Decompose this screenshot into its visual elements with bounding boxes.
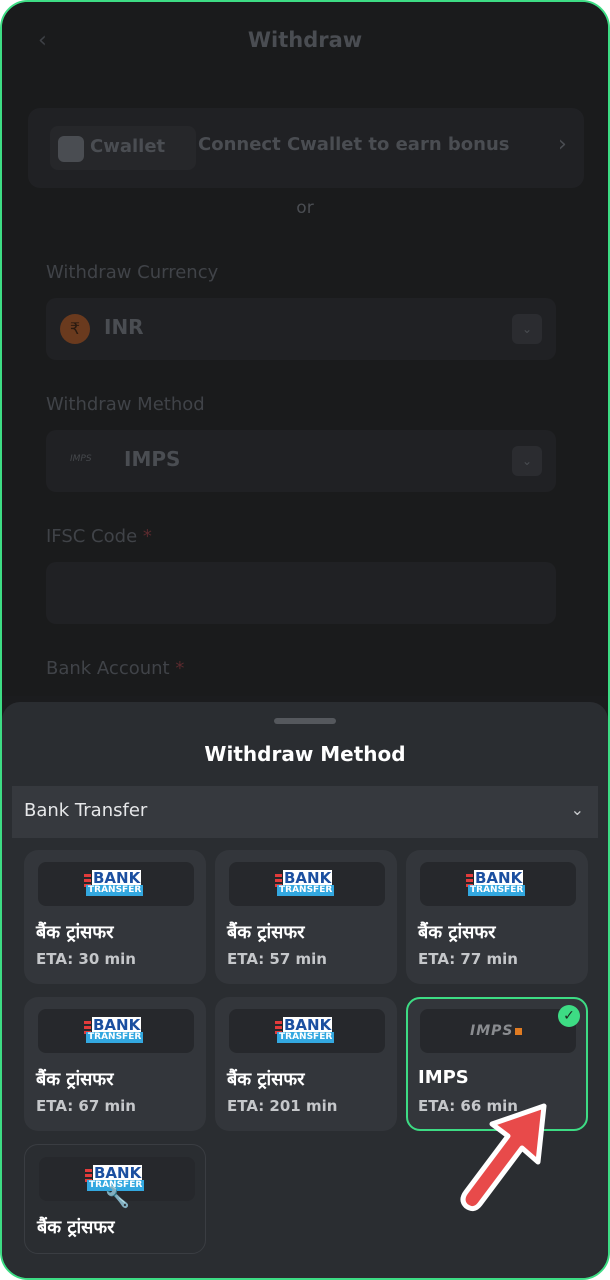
drag-handle[interactable]	[274, 718, 336, 724]
method-name: बैंक ट्रांसफर	[227, 1069, 305, 1090]
bank-transfer-logo: BANK TRANSFER	[38, 1009, 194, 1053]
method-name: बैंक ट्रांसफर	[227, 922, 305, 943]
method-tile[interactable]: BANK TRANSFER बैंक ट्रांसफर ETA: 77 min	[406, 850, 588, 984]
ifsc-code-input[interactable]	[46, 562, 556, 624]
chevron-down-icon: ⌄	[512, 446, 542, 476]
method-eta: ETA: 77 min	[418, 950, 518, 968]
method-name: बैंक ट्रांसफर	[37, 1217, 115, 1238]
method-tile[interactable]: BANK TRANSFER बैंक ट्रांसफर ETA: 67 min	[24, 997, 206, 1131]
bank-transfer-logo: BANK TRANSFER	[229, 1009, 385, 1053]
withdraw-page-backdrop[interactable]: ‹ Withdraw Cwallet Connect Cwallet to ea…	[2, 2, 608, 696]
category-dropdown[interactable]: Bank Transfer ⌄	[12, 786, 598, 838]
app-frame: ‹ Withdraw Cwallet Connect Cwallet to ea…	[0, 0, 610, 1280]
cwallet-icon	[58, 136, 84, 162]
ifsc-code-label: IFSC Code *	[46, 526, 152, 547]
method-tile[interactable]: BANK TRANSFER बैंक ट्रांसफर ETA: 201 min	[215, 997, 397, 1131]
bank-transfer-logo: BANK TRANSFER	[38, 862, 194, 906]
rupee-icon: ₹	[60, 314, 90, 344]
method-tile[interactable]: BANK TRANSFER बैंक ट्रांसफर ETA: 57 min	[215, 850, 397, 984]
method-name: बैंक ट्रांसफर	[36, 922, 114, 943]
method-tile[interactable]: BANK TRANSFER बैंक ट्रांसफर ETA: 30 min	[24, 850, 206, 984]
withdraw-method-label: Withdraw Method	[46, 394, 205, 415]
check-icon: ✓	[558, 1005, 580, 1027]
pointer-arrow-icon	[460, 1103, 547, 1212]
chevron-right-icon: ›	[558, 132, 567, 157]
withdraw-currency-label: Withdraw Currency	[46, 262, 219, 283]
method-name: IMPS	[418, 1067, 469, 1088]
cwallet-logo: Cwallet	[50, 126, 196, 170]
category-label: Bank Transfer	[24, 800, 148, 821]
imps-logo: IMPS	[420, 1009, 576, 1053]
method-name: बैंक ट्रांसफर	[418, 922, 496, 943]
wrench-icon: 🔧	[105, 1185, 130, 1209]
bank-transfer-logo: BANK TRANSFER	[420, 862, 576, 906]
header: ‹ Withdraw	[2, 2, 608, 82]
cwallet-connect-banner[interactable]: Cwallet Connect Cwallet to earn bonus ›	[28, 108, 584, 188]
chevron-down-icon: ⌄	[512, 314, 542, 344]
method-eta: ETA: 30 min	[36, 950, 136, 968]
method-eta: ETA: 201 min	[227, 1097, 338, 1115]
method-tile-maintenance[interactable]: BANK TRANSFER 🔧 बैंक ट्रांसफर	[24, 1144, 206, 1254]
method-name: बैंक ट्रांसफर	[36, 1069, 114, 1090]
cwallet-connect-text: Connect Cwallet to earn bonus	[198, 134, 510, 155]
currency-value: INR	[104, 315, 144, 339]
method-eta: ETA: 67 min	[36, 1097, 136, 1115]
method-eta: ETA: 57 min	[227, 950, 327, 968]
bank-transfer-logo: BANK TRANSFER	[229, 862, 385, 906]
sheet-title: Withdraw Method	[204, 742, 406, 766]
bank-account-label: Bank Account *	[46, 658, 185, 679]
currency-select[interactable]: ₹ INR ⌄	[46, 298, 556, 360]
page-title: Withdraw	[247, 28, 363, 52]
or-divider: or	[296, 198, 314, 218]
method-select[interactable]: IMPS IMPS ⌄	[46, 430, 556, 492]
cwallet-logo-text: Cwallet	[90, 136, 166, 157]
chevron-down-icon: ⌄	[570, 800, 584, 819]
imps-logo-icon: IMPS	[70, 454, 92, 464]
method-value: IMPS	[124, 447, 181, 471]
